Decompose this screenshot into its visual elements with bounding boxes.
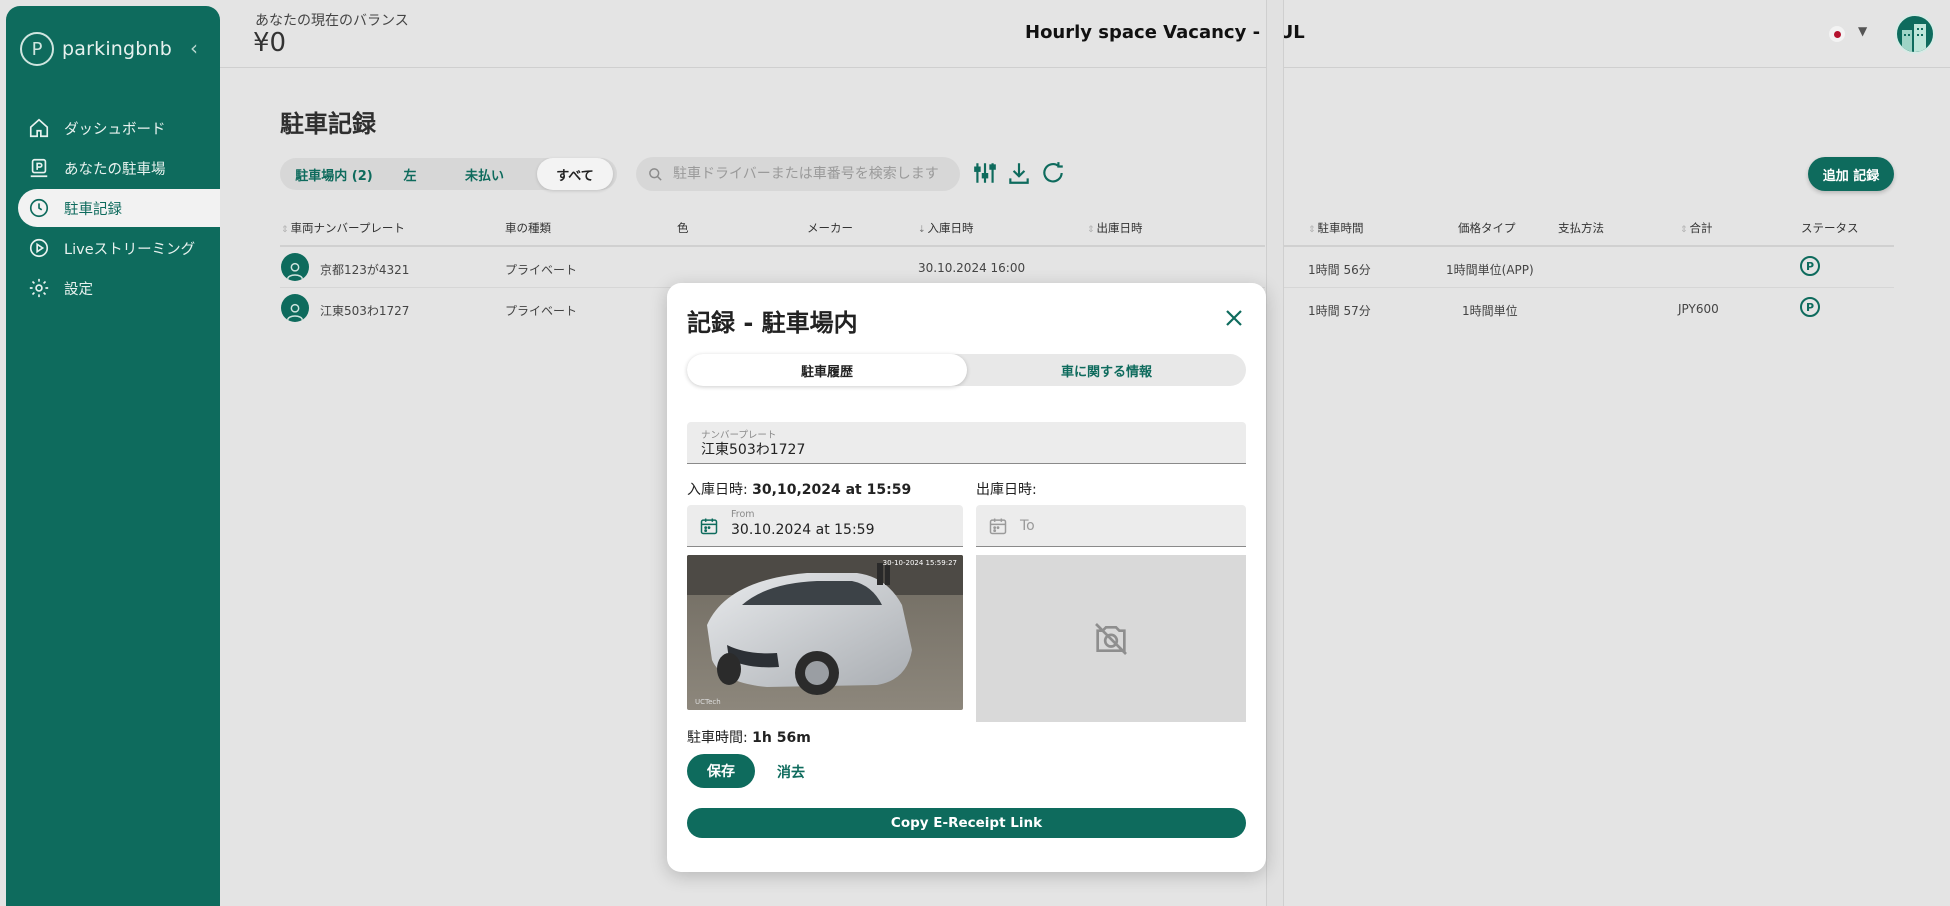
search-bar xyxy=(636,157,960,191)
header-divider xyxy=(220,67,1950,68)
header-car-type[interactable]: 車の種類 xyxy=(505,220,551,236)
driver-avatar-icon xyxy=(281,294,309,322)
header-maker[interactable]: メーカー xyxy=(807,220,853,236)
cell-plate: 京都123が4321 xyxy=(320,263,410,277)
photo-timestamp: 30-10-2024 15:59:27 xyxy=(882,559,957,567)
calendar-icon xyxy=(989,518,1007,535)
sidebar-item-label: 駐車記録 xyxy=(64,201,122,218)
collapse-sidebar-icon[interactable]: ‹ xyxy=(190,36,198,60)
play-icon xyxy=(29,238,49,258)
sidebar-item-settings[interactable]: 設定 xyxy=(6,269,220,307)
parking-status-icon[interactable]: P xyxy=(1800,297,1820,317)
close-icon[interactable] xyxy=(1222,306,1246,330)
calendar-icon xyxy=(700,518,718,535)
to-placeholder: To xyxy=(1020,518,1035,534)
cell-entry: 30.10.2024 16:00 xyxy=(918,261,1026,275)
tab-in-parking[interactable]: 駐車場内 (2) xyxy=(280,158,388,190)
header-entry[interactable]: ⇣ 入庫日時 xyxy=(918,220,974,236)
cell-duration: 1時間 57分 xyxy=(1308,304,1371,318)
exit-photo-placeholder xyxy=(976,555,1246,722)
cell-price-type: 1時間単位 xyxy=(1462,304,1518,318)
modal-title: 記録 - 駐車場内 xyxy=(687,309,858,337)
tab-car-info[interactable]: 車に関する情報 xyxy=(967,354,1246,386)
header-price-type[interactable]: 価格タイプ xyxy=(1458,220,1516,236)
plate-field[interactable]: ナンバープレート 江東503わ1727 xyxy=(687,422,1246,464)
modal-tabs: 駐車履歴 車に関する情報 xyxy=(687,354,1246,386)
cell-total: JPY600 xyxy=(1678,302,1719,316)
save-button[interactable]: 保存 xyxy=(687,754,755,788)
vertical-divider xyxy=(1266,0,1284,906)
cell-price-type: 1時間単位(APP) xyxy=(1446,263,1534,277)
tab-all[interactable]: すべて xyxy=(537,158,613,190)
sidebar-item-parking-lots[interactable]: あなたの駐車場 xyxy=(6,149,220,187)
search-icon xyxy=(649,167,662,181)
clear-button[interactable]: 消去 xyxy=(777,762,805,782)
balance-label: あなたの現在のバランス xyxy=(255,13,409,29)
parkingbnb-logo-icon: P xyxy=(20,32,54,66)
exit-datetime-label: 出庫日時: xyxy=(976,482,1037,498)
sidebar-item-live-streaming[interactable]: Liveストリーミング xyxy=(6,229,220,267)
cell-duration: 1時間 56分 xyxy=(1308,263,1371,277)
header-plate[interactable]: ⇕ 車両ナンバープレート xyxy=(281,220,405,236)
sidebar-item-parking-records[interactable]: 駐車記録 xyxy=(18,189,220,227)
parking-duration: 駐車時間: 1h 56m xyxy=(687,730,811,746)
table-row[interactable]: 京都123が4321 プライベート 30.10.2024 16:00 1時間 5… xyxy=(280,253,1894,283)
tab-left[interactable]: 左 xyxy=(388,158,432,190)
photo-watermark: UCTech xyxy=(695,698,721,706)
to-date-field[interactable]: To xyxy=(976,505,1246,547)
sidebar-item-label: あなたの駐車場 xyxy=(64,161,166,178)
copy-receipt-link-button[interactable]: Copy E-Receipt Link xyxy=(687,808,1246,838)
home-icon xyxy=(29,118,49,138)
cell-type: プライベート xyxy=(505,263,578,277)
add-record-button[interactable]: 追加 記録 xyxy=(1808,157,1894,191)
building-icon xyxy=(1902,24,1926,52)
gear-icon xyxy=(29,278,49,298)
from-value: 30.10.2024 at 15:59 xyxy=(731,522,875,538)
chevron-down-icon[interactable]: ▼ xyxy=(1858,24,1867,38)
logo-text: parkingbnb xyxy=(62,38,173,60)
header-total[interactable]: ⇕ 合計 xyxy=(1680,220,1713,236)
japan-flag-icon[interactable] xyxy=(1829,26,1845,42)
header-color[interactable]: 色 xyxy=(677,220,689,236)
tab-parking-history[interactable]: 駐車履歴 xyxy=(687,354,967,386)
sidebar-item-dashboard[interactable]: ダッシュボード xyxy=(6,109,220,147)
cell-plate: 江東503わ1727 xyxy=(320,304,410,318)
avatar[interactable] xyxy=(1895,14,1935,54)
from-label: From xyxy=(731,509,755,520)
sidebar: P parkingbnb ‹ ダッシュボード あなたの駐車場 駐車記録 Live… xyxy=(6,6,220,906)
header-status[interactable]: ステータス xyxy=(1801,220,1859,236)
row-divider xyxy=(1284,287,1894,288)
logo[interactable]: P parkingbnb xyxy=(20,32,172,66)
sidebar-item-label: 設定 xyxy=(64,281,93,298)
cell-type: プライベート xyxy=(505,304,578,318)
parking-status-icon[interactable]: P xyxy=(1800,256,1820,276)
parking-lot-icon xyxy=(30,158,48,178)
plate-field-value: 江東503わ1727 xyxy=(701,442,806,458)
vacancy-status: Hourly space Vacancy - FUL xyxy=(1025,22,1305,43)
no-camera-icon xyxy=(1095,622,1127,655)
filter-tabs: 駐車場内 (2) 左 未払い すべて xyxy=(280,158,617,190)
filter-settings-icon[interactable] xyxy=(972,160,998,186)
record-modal: 記録 - 駐車場内 駐車履歴 車に関する情報 ナンバープレート 江東503わ17… xyxy=(667,283,1266,872)
download-icon[interactable] xyxy=(1006,160,1032,186)
driver-avatar-icon xyxy=(281,253,309,281)
refresh-icon[interactable] xyxy=(1040,160,1066,186)
header-duration[interactable]: ⇕ 駐車時間 xyxy=(1308,220,1364,236)
page-title: 駐車記録 xyxy=(280,110,376,138)
header-exit[interactable]: ⇕ 出庫日時 xyxy=(1087,220,1143,236)
from-date-field[interactable]: From 30.10.2024 at 15:59 xyxy=(687,505,963,547)
table-header-divider xyxy=(280,245,1265,247)
header-payment[interactable]: 支払方法 xyxy=(1558,220,1604,236)
entry-datetime: 入庫日時: 30,10,2024 at 15:59 xyxy=(687,482,912,498)
history-icon xyxy=(29,198,49,218)
tab-unpaid[interactable]: 未払い xyxy=(432,158,537,190)
sidebar-item-label: Liveストリーミング xyxy=(64,241,196,258)
table-header-divider xyxy=(1284,245,1894,247)
search-input[interactable] xyxy=(671,165,951,183)
entry-car-photo[interactable]: 30-10-2024 15:59:27 UCTech xyxy=(687,555,963,710)
balance-value: ¥0 xyxy=(253,28,287,58)
sidebar-item-label: ダッシュボード xyxy=(64,121,166,138)
